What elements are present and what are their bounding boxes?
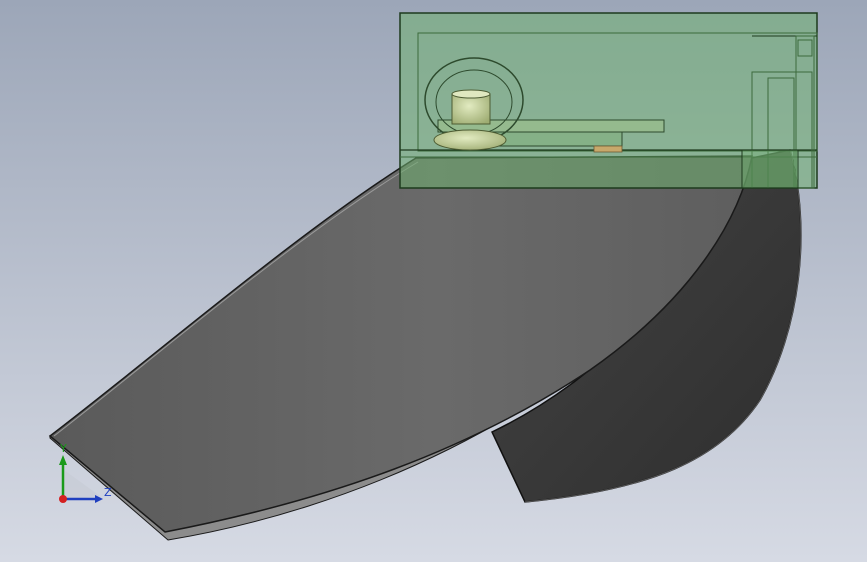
brass-pin [593, 145, 623, 153]
z-axis-label: Z [104, 486, 112, 499]
cad-viewport[interactable]: Y Z [0, 0, 867, 562]
model-canvas[interactable]: Y Z [0, 0, 867, 562]
knob-top [451, 89, 491, 99]
knob-base [433, 129, 507, 151]
y-axis-label: Y [59, 442, 67, 455]
housing-foot [741, 149, 799, 189]
origin-point [59, 495, 67, 503]
